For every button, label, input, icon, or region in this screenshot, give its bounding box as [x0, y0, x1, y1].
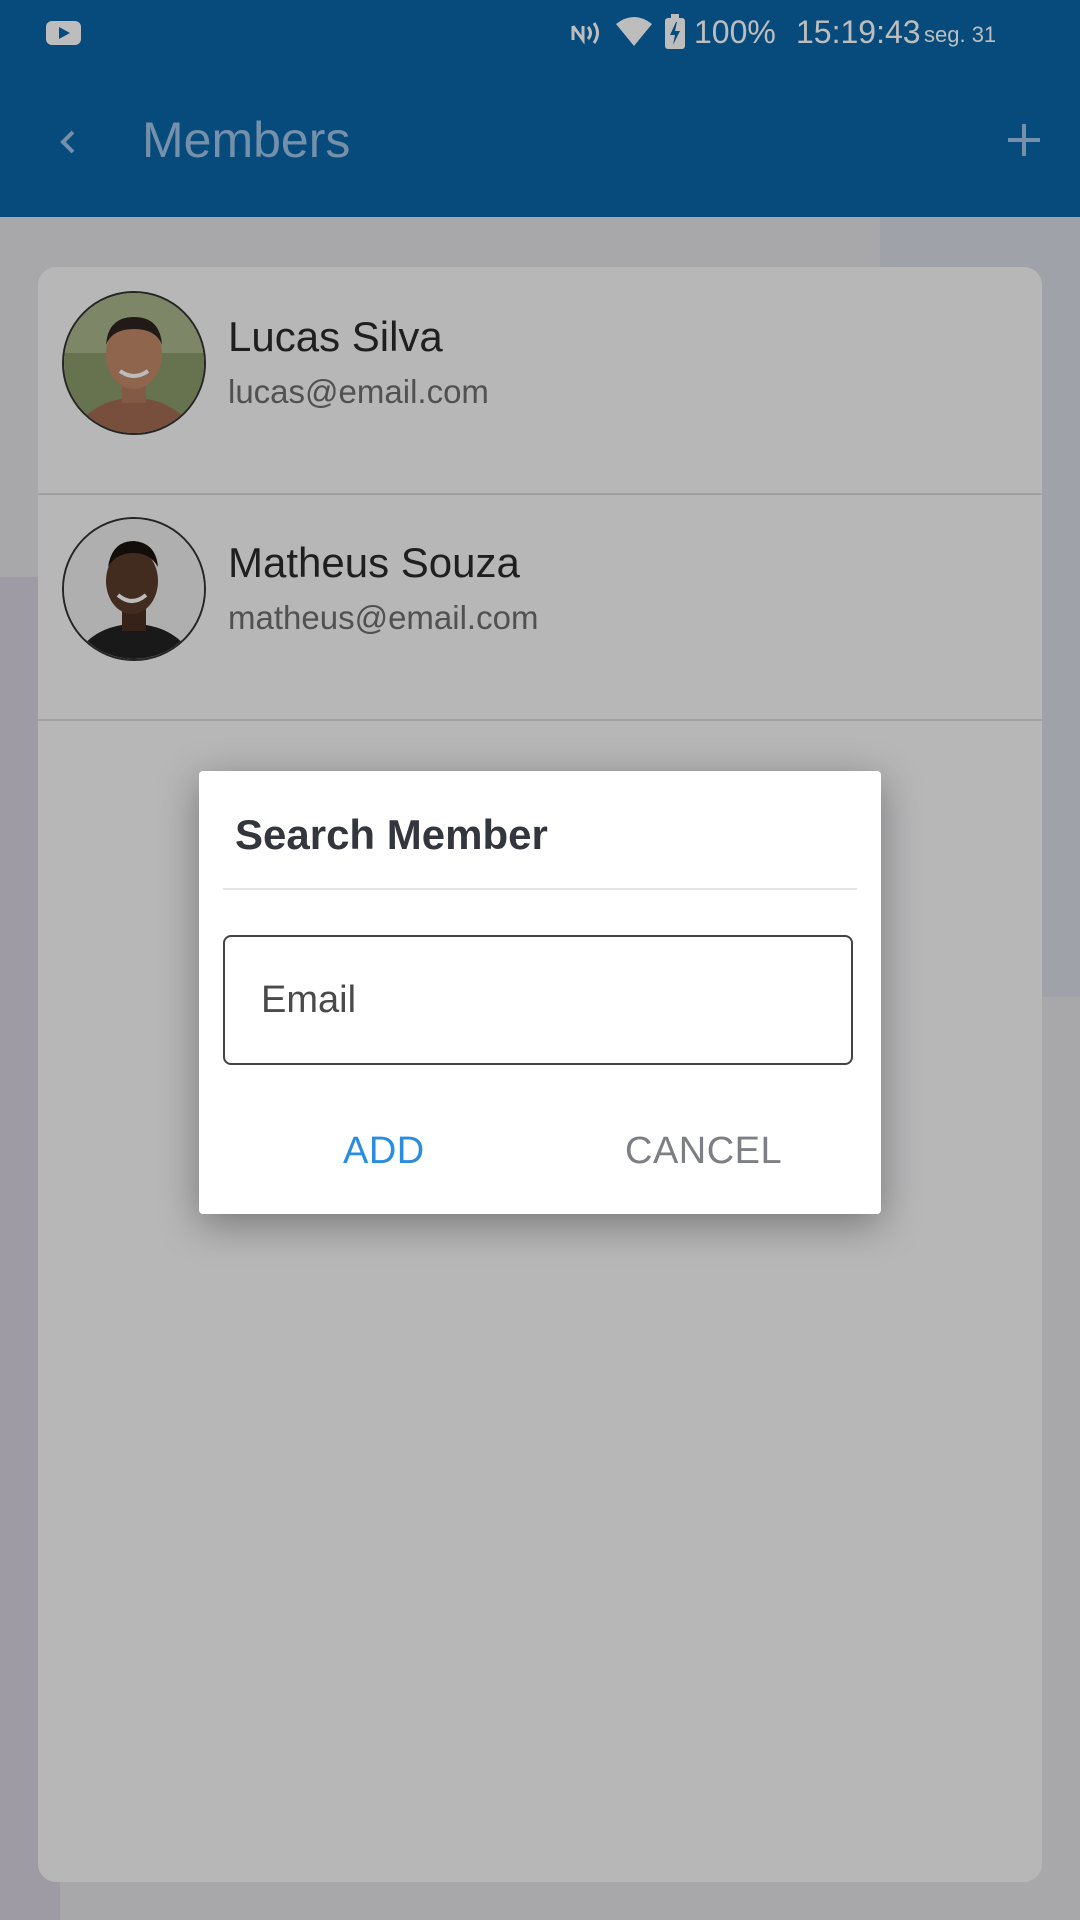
dialog-title: Search Member — [235, 811, 548, 858]
divider — [223, 888, 857, 890]
add-button[interactable]: ADD — [343, 1121, 424, 1181]
search-member-dialog: Search Member ADD CANCEL — [199, 771, 881, 1214]
email-field[interactable] — [223, 935, 853, 1065]
cancel-button[interactable]: CANCEL — [625, 1121, 782, 1181]
